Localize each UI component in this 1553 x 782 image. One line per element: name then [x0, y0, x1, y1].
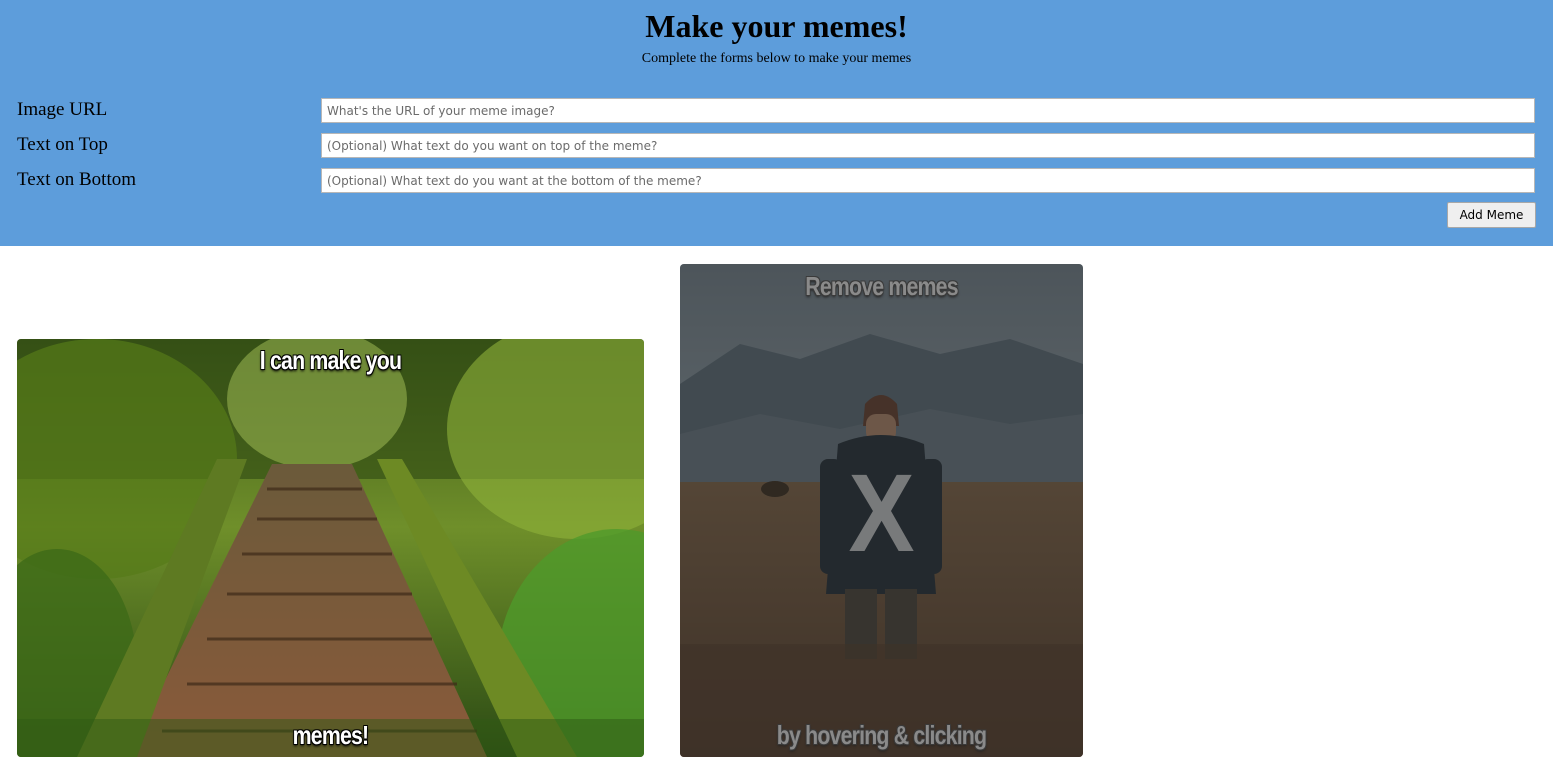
meme-form-header: Make your memes! Complete the forms belo… — [0, 0, 1553, 246]
meme-bottom-text: memes! — [292, 720, 369, 750]
meme-bottom-text: by hovering & clicking — [776, 720, 987, 750]
text-bottom-input[interactable] — [321, 168, 1535, 193]
meme-top-text: I can make you — [259, 345, 402, 375]
meme-card[interactable]: I can make you memes! — [17, 339, 644, 757]
meme-image — [17, 339, 644, 757]
meme-card[interactable]: Remove memes X by hovering & clicking — [680, 264, 1083, 757]
image-url-input[interactable] — [321, 98, 1535, 123]
page-subtitle: Complete the forms below to make your me… — [641, 51, 912, 66]
meme-top-text: Remove memes — [805, 271, 958, 301]
text-top-label: Text on Top — [17, 134, 108, 155]
text-bottom-row: Text on Bottom — [17, 168, 1536, 194]
image-url-label: Image URL — [17, 99, 108, 120]
text-top-input[interactable] — [321, 133, 1535, 158]
remove-meme-button[interactable]: X — [700, 459, 1063, 569]
image-url-row: Image URL — [17, 98, 1536, 124]
add-meme-button[interactable]: Add Meme — [1447, 202, 1536, 228]
text-bottom-label: Text on Bottom — [17, 169, 137, 190]
page-title: Make your memes! — [645, 8, 908, 44]
text-top-row: Text on Top — [17, 133, 1536, 159]
